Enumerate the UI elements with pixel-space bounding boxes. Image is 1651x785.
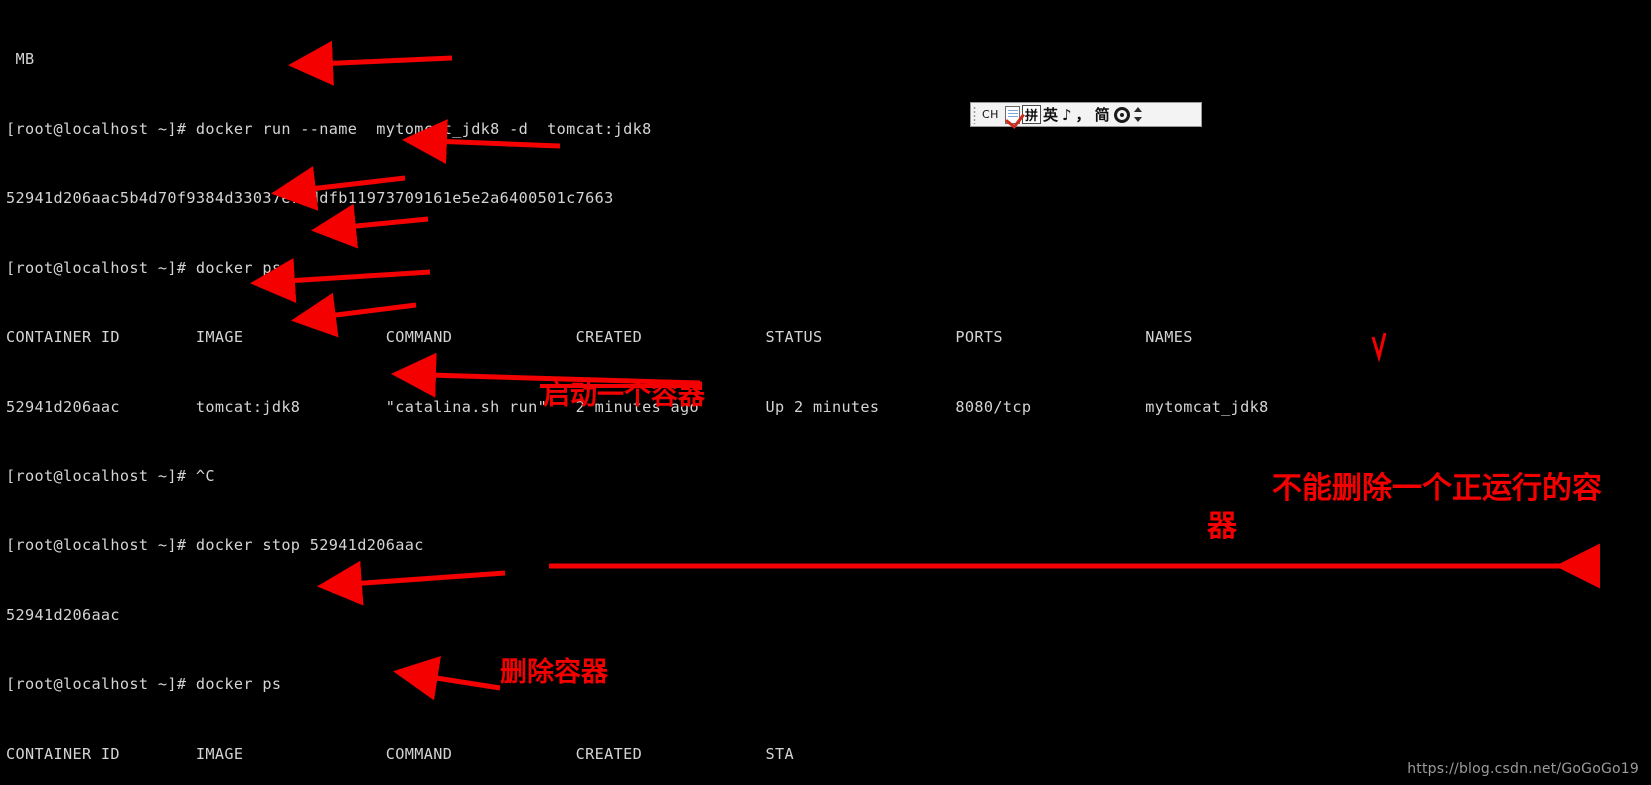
note-pad-icon[interactable] [1004,105,1020,124]
watermark: https://blog.csdn.net/GoGoGo19 [1407,761,1639,777]
terminal-window[interactable]: MB [root@localhost ~]# docker run --name… [0,0,1651,785]
annotation-cannot-remove-running-line2: 器 [1207,509,1237,544]
annotation-start-container: 启动一个容器 [543,380,705,411]
terminal-line: [root@localhost ~]# docker stop 52941d20… [6,536,424,555]
ime-simplified-toggle[interactable]: 简 [1093,104,1112,125]
terminal-line: [root@localhost ~]# docker ps [6,675,282,694]
ime-language-bar[interactable]: CH 拼 英 ♪ ， 简 [970,102,1202,127]
ime-expand-button[interactable] [1133,105,1142,124]
ime-english-toggle[interactable]: 英 [1041,104,1060,125]
drag-handle-icon[interactable] [972,105,977,124]
terminal-line: 52941d206aac5b4d70f9384d33037e75ddfb1197… [6,189,614,208]
annotation-cannot-remove-running-line1: 不能删除一个正运行的容 [1272,471,1602,506]
terminal-line: CONTAINER ID IMAGE COMMAND CREATED STATU… [6,328,1193,347]
terminal-line: [root@localhost ~]# docker run --name my… [6,119,652,138]
music-note-icon[interactable]: ♪ [1060,104,1074,125]
terminal-line: 52941d206aac [6,605,120,624]
gear-icon[interactable] [1113,106,1130,123]
ime-punctuation-toggle[interactable]: ， [1074,104,1093,125]
terminal-line: [root@localhost ~]# docker ps [6,258,282,277]
annotation-remove-container: 删除容器 [500,657,608,688]
terminal-line: MB [6,50,35,69]
terminal-line: 52941d206aac tomcat:jdk8 "catalina.sh ru… [6,397,1269,416]
terminal-line: CONTAINER ID IMAGE COMMAND CREATED STA [6,744,794,763]
ime-language-label[interactable]: CH [980,104,1003,125]
